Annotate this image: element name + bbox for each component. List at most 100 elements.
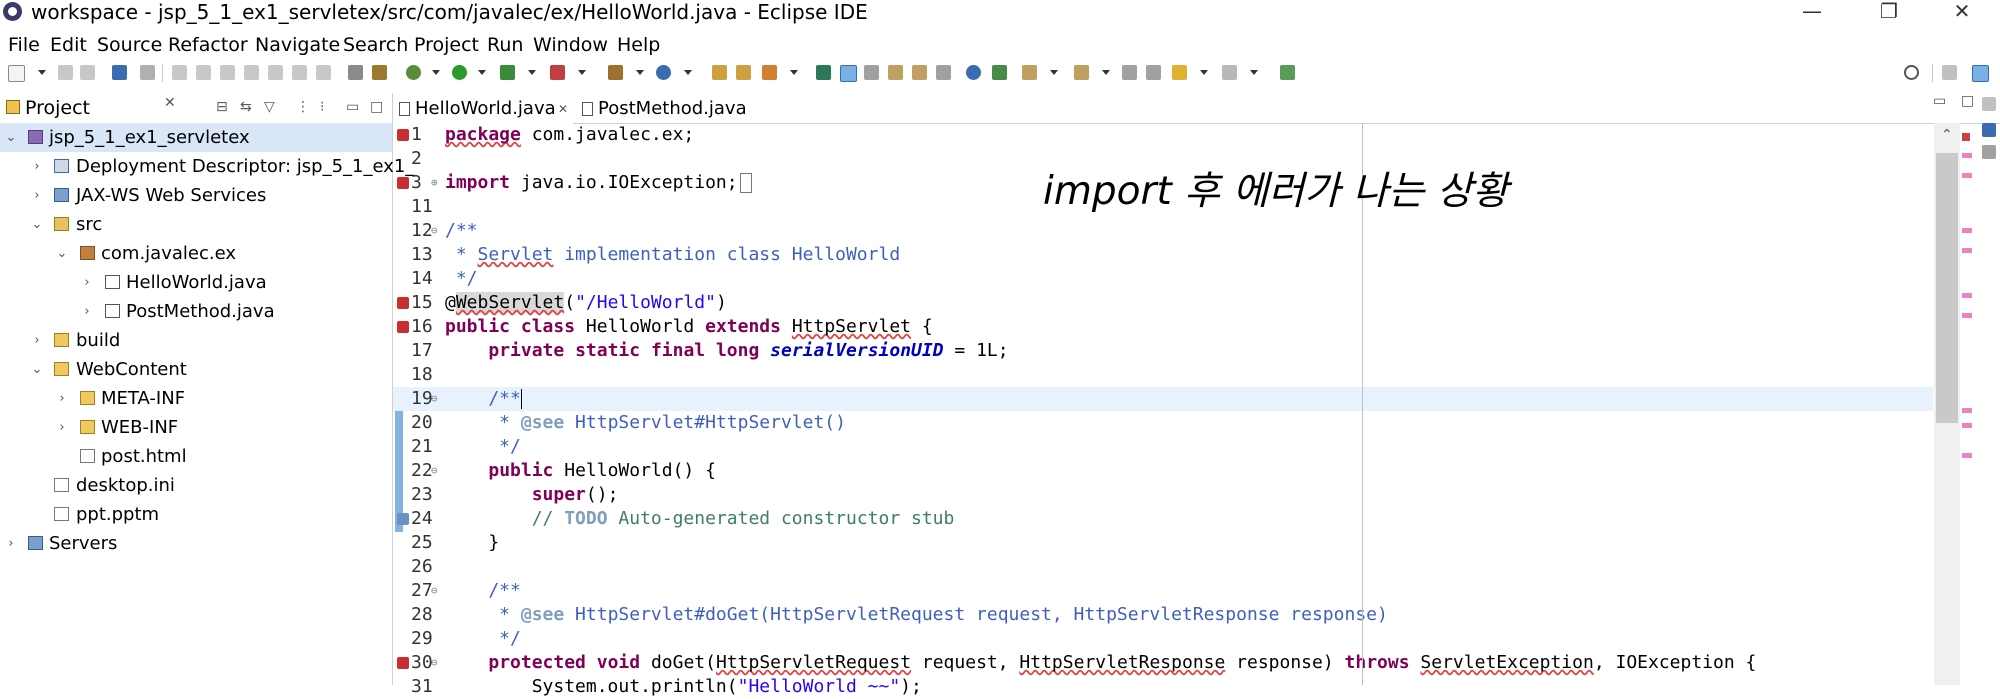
ruler-marker[interactable] bbox=[1962, 153, 1972, 158]
restore-button[interactable]: ❐ bbox=[1867, 0, 1911, 24]
ruler-marker[interactable] bbox=[1962, 173, 1972, 178]
ruler-marker[interactable] bbox=[1962, 293, 1972, 298]
run-icon[interactable] bbox=[452, 65, 467, 80]
last-edit-icon[interactable] bbox=[1122, 65, 1137, 80]
annotation-icon[interactable] bbox=[816, 65, 831, 80]
skip-breakpoints-icon[interactable] bbox=[140, 65, 155, 80]
ruler-marker[interactable] bbox=[1962, 228, 1972, 233]
tab-postmethod[interactable]: PostMethod.java bbox=[578, 93, 753, 123]
minimize-button[interactable]: — bbox=[1790, 0, 1834, 24]
external-tools-icon[interactable] bbox=[550, 65, 565, 80]
error-summary-icon[interactable] bbox=[1962, 133, 1970, 141]
maximize-view-icon[interactable]: □ bbox=[370, 99, 383, 115]
back-link-icon[interactable] bbox=[1146, 65, 1161, 80]
twisty-icon[interactable]: ⌄ bbox=[55, 239, 69, 268]
show-whitespace-icon[interactable] bbox=[936, 65, 951, 80]
use-step-filters-icon[interactable] bbox=[348, 65, 363, 80]
menu-help[interactable]: Help bbox=[617, 30, 660, 60]
scrollbar-thumb[interactable] bbox=[1936, 153, 1958, 423]
open-task-icon[interactable] bbox=[736, 65, 751, 80]
ruler-marker[interactable] bbox=[1962, 453, 1972, 458]
menu-edit[interactable]: Edit bbox=[50, 30, 87, 60]
menu-file[interactable]: File bbox=[8, 30, 40, 60]
tree-item-desktop-ini[interactable]: desktop.ini bbox=[0, 471, 392, 500]
forward-icon[interactable] bbox=[1222, 65, 1237, 80]
tree-item-build[interactable]: › build bbox=[0, 326, 392, 355]
vertical-scrollbar[interactable]: ⌃ bbox=[1934, 123, 1960, 685]
prev-edit-dropdown-icon[interactable] bbox=[1102, 70, 1110, 75]
new-web-service-icon[interactable] bbox=[608, 65, 623, 80]
menu-window[interactable]: Window bbox=[533, 30, 608, 60]
menu-source[interactable]: Source bbox=[97, 30, 162, 60]
minimize-view-icon[interactable]: ▭ bbox=[346, 99, 359, 115]
browser-icon[interactable] bbox=[966, 65, 981, 80]
back-dropdown-icon[interactable] bbox=[1200, 70, 1208, 75]
prev-annotation-icon[interactable] bbox=[912, 65, 927, 80]
tree-item-ppt-pptm[interactable]: ppt.pptm bbox=[0, 500, 392, 529]
collapse-all-icon[interactable]: ⊟ bbox=[216, 99, 228, 115]
twisty-icon[interactable]: › bbox=[4, 529, 18, 558]
run-server-icon[interactable] bbox=[500, 65, 515, 80]
save-all-icon[interactable] bbox=[80, 65, 95, 80]
tree-item-src[interactable]: ⌄ src bbox=[0, 210, 392, 239]
tree-item-servers[interactable]: › Servers bbox=[0, 529, 392, 558]
view-menu-icon[interactable]: ⋮ bbox=[296, 99, 310, 115]
disconnect-icon[interactable] bbox=[244, 65, 259, 80]
minimize-editor-icon[interactable]: ▭ bbox=[1933, 93, 1946, 109]
close-button[interactable]: ✕ bbox=[1940, 0, 1984, 24]
console-icon[interactable] bbox=[112, 65, 127, 80]
ruler-marker[interactable] bbox=[1962, 313, 1972, 318]
tree-item-package[interactable]: ⌄ com.javalec.ex bbox=[0, 239, 392, 268]
tree-item-helloworld[interactable]: › HelloWorld.java bbox=[0, 268, 392, 297]
menu-search[interactable]: Search bbox=[343, 30, 408, 60]
tab-helloworld[interactable]: HelloWorld.java ✕ bbox=[393, 93, 573, 126]
twisty-icon[interactable]: ⌄ bbox=[30, 210, 44, 239]
twisty-icon[interactable]: ⌄ bbox=[30, 355, 44, 384]
ruler-marker[interactable] bbox=[1962, 423, 1972, 428]
step-over-icon[interactable] bbox=[292, 65, 307, 80]
ruler-marker[interactable] bbox=[1962, 408, 1972, 413]
new-java-class-icon[interactable] bbox=[656, 65, 671, 80]
twisty-icon[interactable]: › bbox=[80, 268, 94, 297]
pin-editor-icon[interactable] bbox=[1280, 65, 1295, 80]
twisty-icon[interactable]: › bbox=[55, 384, 69, 413]
step-into-icon[interactable] bbox=[268, 65, 283, 80]
filter-icon[interactable]: ▽ bbox=[264, 99, 275, 115]
view-menu-icon[interactable]: ⁝ bbox=[320, 99, 324, 115]
external-tools-dropdown-icon[interactable] bbox=[578, 70, 586, 75]
close-icon[interactable]: ✕ bbox=[164, 95, 176, 111]
tree-item-project[interactable]: ⌄ jsp_5_1_ex1_servletex bbox=[0, 123, 392, 152]
mark-occurrences-icon[interactable] bbox=[840, 65, 857, 82]
ruler-marker[interactable] bbox=[1962, 248, 1972, 253]
tree-item-postmethod[interactable]: › PostMethod.java bbox=[0, 297, 392, 326]
tree-item-webcontent[interactable]: ⌄ WebContent bbox=[0, 355, 392, 384]
web-service-dropdown-icon[interactable] bbox=[636, 70, 644, 75]
twisty-icon[interactable]: › bbox=[30, 181, 44, 210]
fold-collapse-icon[interactable]: ⊖ bbox=[431, 219, 438, 243]
run-server-dropdown-icon[interactable] bbox=[528, 70, 536, 75]
tree-item-post-html[interactable]: post.html bbox=[0, 442, 392, 471]
scroll-up-icon[interactable]: ⌃ bbox=[1941, 127, 1953, 143]
twisty-icon[interactable]: › bbox=[55, 413, 69, 442]
step-return-icon[interactable] bbox=[316, 65, 331, 80]
forward-dropdown-icon[interactable] bbox=[1250, 70, 1258, 75]
twisty-icon[interactable]: › bbox=[80, 297, 94, 326]
resume-icon[interactable] bbox=[172, 65, 187, 80]
menu-refactor[interactable]: Refactor bbox=[168, 30, 248, 60]
suspend-icon[interactable] bbox=[196, 65, 211, 80]
search-icon[interactable] bbox=[1904, 65, 1919, 80]
search-dropdown-icon[interactable] bbox=[790, 70, 798, 75]
menu-project[interactable]: Project bbox=[414, 30, 479, 60]
tree-item-meta-inf[interactable]: › META-INF bbox=[0, 384, 392, 413]
open-type-icon[interactable] bbox=[712, 65, 727, 80]
fold-collapse-icon[interactable]: ⊖ bbox=[431, 387, 438, 411]
next-annotation-icon[interactable] bbox=[888, 65, 903, 80]
java-ee-perspective-icon[interactable] bbox=[1972, 65, 1989, 82]
prev-edit-icon[interactable] bbox=[1074, 65, 1089, 80]
fold-collapse-icon[interactable]: ⊖ bbox=[431, 579, 438, 603]
menu-navigate[interactable]: Navigate bbox=[255, 30, 340, 60]
save-icon[interactable] bbox=[58, 65, 73, 80]
tree-item-jaxws[interactable]: › JAX-WS Web Services bbox=[0, 181, 392, 210]
next-edit-dropdown-icon[interactable] bbox=[1050, 70, 1058, 75]
menu-run[interactable]: Run bbox=[487, 30, 523, 60]
